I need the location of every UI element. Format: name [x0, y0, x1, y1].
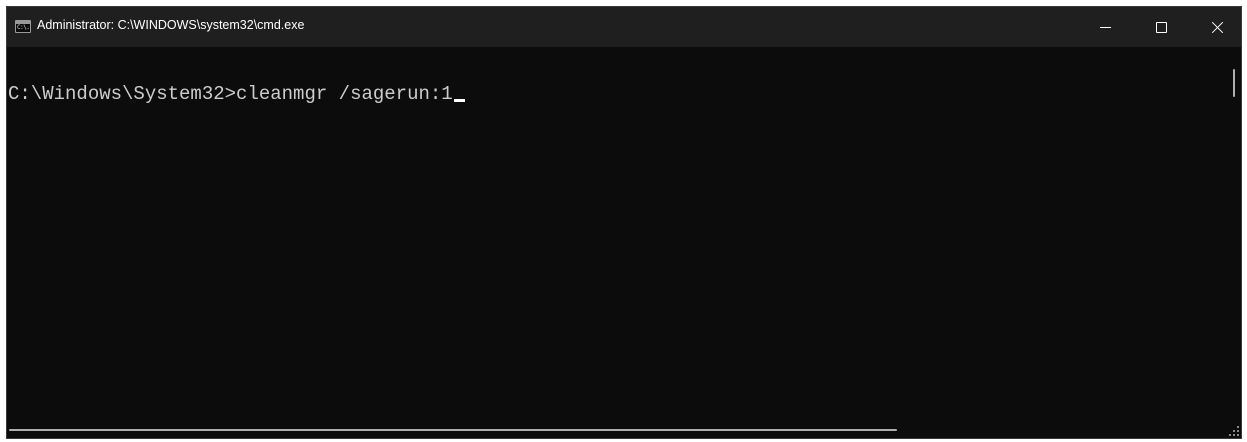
cmd-icon-glyph: C:\. — [17, 24, 30, 31]
horizontal-scroll-thumb[interactable] — [9, 429, 897, 431]
close-icon — [1211, 21, 1224, 34]
horizontal-scrollbar[interactable] — [7, 422, 1229, 438]
command-text: cleanmgr /sagerun:1 — [236, 83, 453, 105]
console-output[interactable]: C:\Windows\System32>cleanmgr /sagerun:1 — [7, 47, 1229, 424]
minimize-button[interactable] — [1079, 7, 1131, 47]
maximize-icon — [1155, 21, 1167, 33]
close-button[interactable] — [1191, 7, 1241, 47]
maximize-button[interactable] — [1135, 7, 1187, 47]
text-cursor — [453, 99, 465, 102]
title-bar[interactable]: C:\. Administrator: C:\WINDOWS\system32\… — [7, 7, 1241, 47]
vertical-scroll-thumb[interactable] — [1233, 69, 1235, 97]
resize-grip-icon[interactable] — [1229, 426, 1239, 436]
vertical-scrollbar[interactable] — [1227, 47, 1241, 424]
command-line[interactable]: C:\Windows\System32>cleanmgr /sagerun:1 — [8, 83, 465, 105]
window-title: Administrator: C:\WINDOWS\system32\cmd.e… — [37, 18, 305, 32]
minimize-icon — [1099, 26, 1111, 28]
cmd-console-icon[interactable]: C:\. — [15, 20, 31, 33]
cmd-window: C:\. Administrator: C:\WINDOWS\system32\… — [6, 6, 1242, 439]
prompt-text: C:\Windows\System32> — [8, 83, 237, 105]
